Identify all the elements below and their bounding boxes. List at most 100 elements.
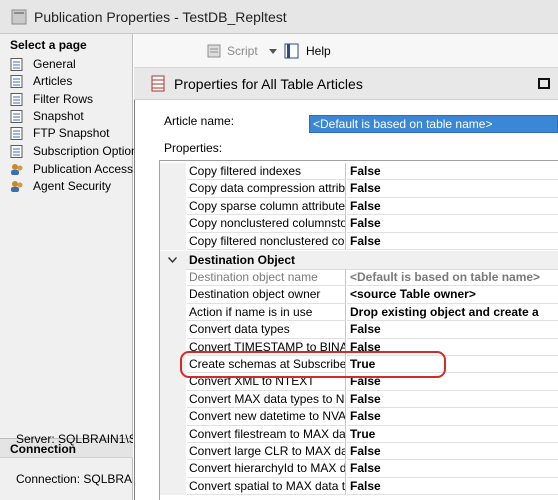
help-button-label: Help	[306, 44, 331, 58]
property-row[interactable]: Convert hierarchyId to MAX d False	[160, 460, 558, 478]
property-name: Destination object owner	[187, 286, 346, 304]
page-icon	[10, 93, 23, 106]
dialog-title: Properties for All Table Articles	[174, 76, 363, 92]
property-name: Action if name is in use	[187, 303, 346, 322]
property-value[interactable]: <Default is based on table name>	[347, 269, 558, 287]
maximize-button[interactable]	[529, 68, 558, 99]
property-row[interactable]: Copy filtered indexes False	[160, 163, 558, 181]
property-value[interactable]: False	[347, 180, 558, 198]
nav-item-articles[interactable]: Articles	[0, 73, 133, 90]
page-icon	[10, 127, 23, 140]
select-page-header: Select a page	[10, 38, 87, 52]
nav-item-label: General	[33, 57, 76, 71]
server-label: Server: SQLBRAIN1\S	[16, 432, 133, 446]
row-gutter	[160, 425, 186, 443]
property-value[interactable]: False	[347, 163, 558, 181]
property-row[interactable]: Convert spatial to MAX data ty False	[160, 477, 558, 496]
row-gutter	[160, 303, 186, 322]
nav-item-ftp-snapshot[interactable]: FTP Snapshot	[0, 125, 133, 142]
property-name: Convert new datetime to NVA	[187, 408, 346, 426]
script-button-label: Script	[227, 44, 258, 58]
property-name: Copy nonclustered columnstor	[187, 215, 346, 233]
property-row[interactable]: Action if name is in use Drop existing ob…	[160, 303, 558, 322]
property-value[interactable]: <source Table owner>	[347, 286, 558, 304]
row-gutter	[160, 321, 186, 339]
nav-item-label: Publication Access	[33, 162, 134, 176]
outer-toolbar: Script Help	[134, 34, 558, 68]
help-icon	[284, 43, 299, 59]
row-gutter	[160, 390, 186, 409]
row-gutter	[160, 232, 186, 250]
nav-item-snapshot[interactable]: Snapshot	[0, 108, 133, 125]
property-name: Convert hierarchyId to MAX d	[187, 460, 346, 478]
property-row[interactable]: Copy nonclustered columnstor False	[160, 215, 558, 233]
property-name: Convert filestream to MAX dat	[187, 425, 346, 443]
property-row[interactable]: Convert data types False	[160, 321, 558, 339]
article-name-label: Article name:	[164, 114, 235, 128]
property-value[interactable]: True	[347, 426, 558, 443]
row-gutter	[160, 443, 186, 461]
property-name: Copy data compression attribu	[187, 180, 346, 198]
maximize-icon	[538, 78, 550, 89]
property-row[interactable]: Copy data compression attribu False	[160, 180, 558, 198]
nav-item-agent-security[interactable]: Agent Security	[0, 178, 133, 195]
page-icon	[10, 110, 23, 123]
property-value[interactable]: False	[347, 478, 558, 496]
chevron-down-icon	[168, 257, 177, 263]
outer-window-title: Publication Properties - TestDB_Repltest	[34, 9, 287, 25]
row-gutter	[160, 373, 186, 391]
highlight-circle	[180, 351, 446, 378]
property-row[interactable]: Destination object owner <source Table ow…	[160, 286, 558, 304]
nav-item-label: FTP Snapshot	[33, 126, 110, 140]
property-row[interactable]: Convert large CLR to MAX da False	[160, 443, 558, 461]
row-gutter	[160, 408, 186, 426]
script-button[interactable]: Script	[207, 42, 277, 60]
property-row[interactable]: Convert MAX data types to N False	[160, 390, 558, 409]
nav-item-label: Articles	[33, 74, 73, 88]
property-name: Copy sparse column attribute	[187, 197, 346, 216]
property-value[interactable]: False	[347, 215, 558, 233]
select-page-pane: Select a page General Articles Filter Rows…	[0, 34, 138, 500]
property-row[interactable]: Convert new datetime to NVA False	[160, 408, 558, 426]
property-name: Destination object name	[187, 269, 346, 287]
property-value[interactable]: False	[347, 443, 558, 461]
property-value[interactable]: False	[347, 408, 558, 426]
property-name: Convert spatial to MAX data ty	[187, 477, 346, 496]
property-grid: Copy filtered indexes False Copy data comp…	[159, 160, 558, 500]
property-row[interactable]: Copy sparse column attribute False	[160, 197, 558, 216]
page-icon	[10, 145, 23, 158]
property-row[interactable]: Copy filtered nonclustered colu False	[160, 232, 558, 250]
nav-item-label: Filter Rows	[33, 92, 94, 106]
property-value[interactable]: Drop existing object and create a	[347, 304, 558, 322]
category-destination-object[interactable]: Destination Object	[160, 251, 558, 270]
property-name: Copy filtered nonclustered colu	[187, 232, 346, 250]
nav-item-publication-access[interactable]: Publication Access	[0, 161, 133, 178]
nav-item-filter-rows[interactable]: Filter Rows	[0, 91, 133, 108]
outer-title-bar: Publication Properties - TestDB_Repltest	[0, 0, 558, 34]
article-name-field[interactable]: <Default is based on table name>	[309, 115, 558, 133]
row-gutter	[160, 215, 186, 233]
row-gutter	[160, 163, 186, 181]
table-icon	[151, 75, 165, 92]
row-gutter	[160, 286, 186, 304]
row-gutter	[160, 197, 186, 216]
property-row[interactable]: Convert filestream to MAX dat True	[160, 425, 558, 443]
users-icon	[11, 181, 23, 192]
nav-item-subscription-option[interactable]: Subscription Option	[0, 143, 138, 160]
properties-label: Properties:	[164, 141, 223, 155]
property-value[interactable]: False	[347, 460, 558, 478]
property-name: Copy filtered indexes	[187, 163, 346, 181]
property-row[interactable]: Destination object name <Default is based…	[160, 269, 558, 287]
nav-item-general[interactable]: General	[0, 56, 133, 73]
row-gutter	[160, 180, 186, 198]
property-value[interactable]: False	[347, 198, 558, 216]
row-gutter	[160, 460, 186, 478]
help-button[interactable]: Help	[284, 42, 334, 60]
dialog-title-bar: Properties for All Table Articles	[134, 68, 558, 100]
page-icon	[10, 75, 23, 88]
property-name: Convert data types	[187, 321, 346, 339]
row-gutter	[160, 477, 186, 496]
property-value[interactable]: False	[347, 391, 558, 409]
property-value[interactable]: False	[347, 233, 558, 250]
property-value[interactable]: False	[347, 321, 558, 339]
